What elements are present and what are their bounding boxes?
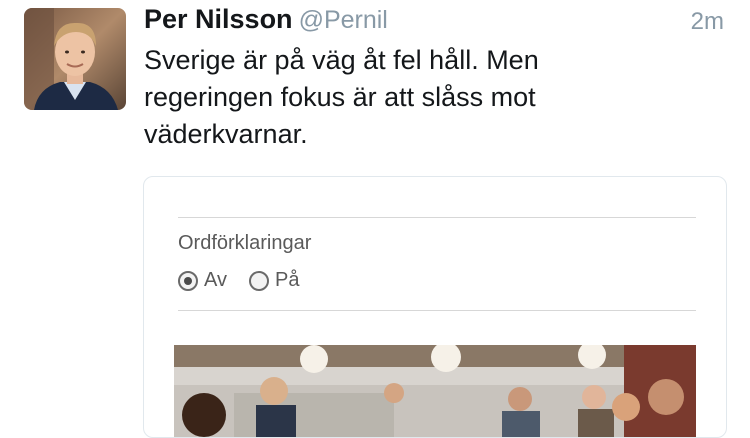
divider: [178, 310, 696, 311]
tweet-timestamp[interactable]: 2m: [691, 8, 724, 36]
radio-group: Av På: [178, 269, 321, 292]
avatar-portrait: [24, 8, 126, 110]
event-photo: [174, 345, 696, 437]
option-label: Ordförklaringar: [178, 232, 312, 254]
radio-button-pa[interactable]: [248, 270, 269, 291]
divider: [178, 217, 696, 218]
author-handle[interactable]: @Pernil: [299, 6, 388, 34]
embedded-screenshot-card[interactable]: Ordförklaringar Av På: [143, 176, 727, 438]
tweet-text: Sverige är på väg åt fel håll. Men reger…: [144, 45, 539, 149]
author-name[interactable]: Per Nilsson: [144, 4, 293, 34]
avatar[interactable]: [24, 8, 126, 110]
radio-label-pa: På: [274, 269, 300, 291]
radio-label-av: Av: [204, 269, 227, 291]
radio-button-av[interactable]: [178, 270, 198, 291]
tweet-author: Per Nilsson @Pernil: [144, 4, 388, 35]
crowd-photo-image: [174, 345, 696, 437]
